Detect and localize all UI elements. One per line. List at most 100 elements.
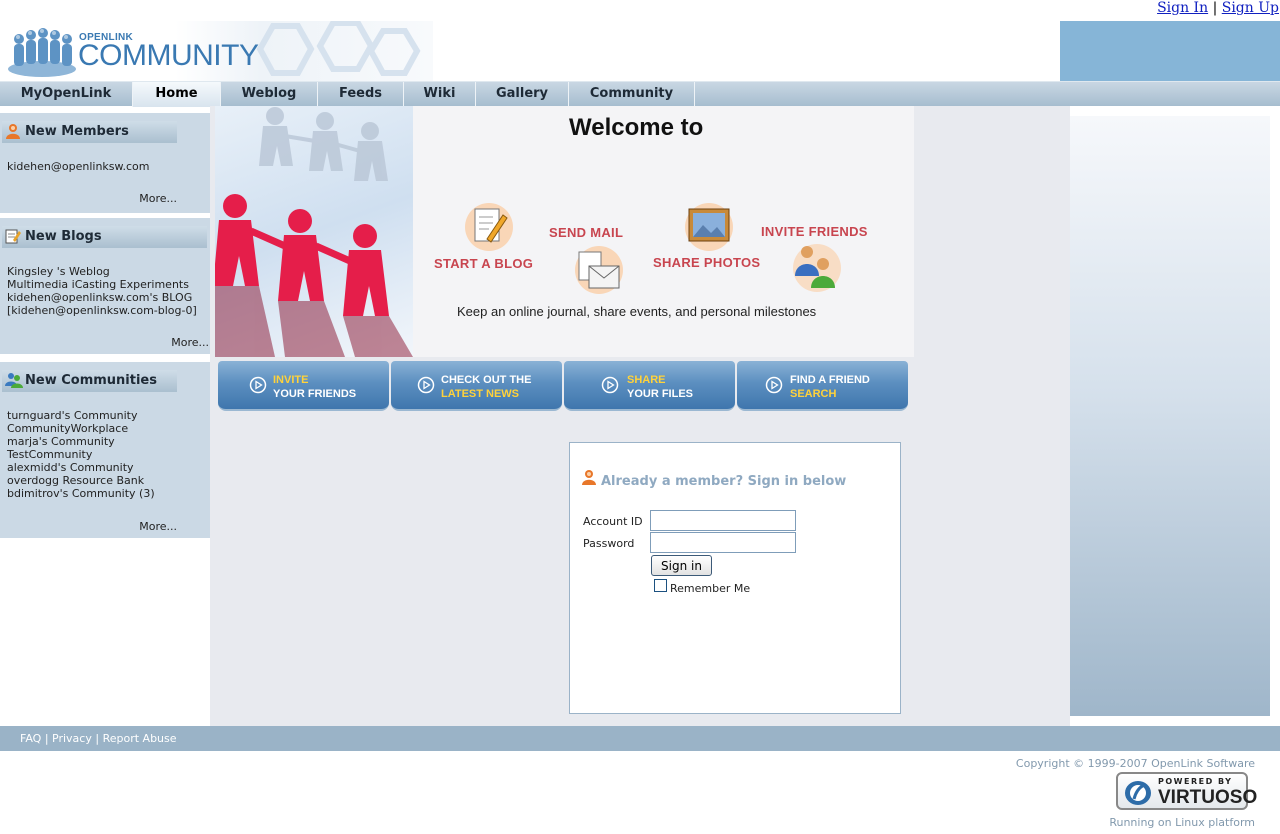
play-icon xyxy=(249,376,267,394)
new-communities-box: New Communities turnguard's Community Co… xyxy=(0,359,210,538)
auth-links: Sign In | Sign Up xyxy=(1157,0,1279,16)
new-blogs-box: New Blogs Kingsley 's Weblog Multimedia … xyxy=(0,215,210,354)
footer-bar: FAQ | Privacy | Report Abuse xyxy=(0,726,1280,751)
tab-gallery[interactable]: Gallery xyxy=(476,82,569,107)
password-input[interactable] xyxy=(650,532,796,553)
new-members-more-link[interactable]: More... xyxy=(139,192,177,205)
new-blogs-more-link[interactable]: More... xyxy=(171,336,209,349)
list-item[interactable]: marja's Community xyxy=(7,435,155,448)
send-mail-label[interactable]: SEND MAIL xyxy=(549,225,623,240)
login-panel: Already a member? Sign in below Account … xyxy=(569,442,901,714)
list-item[interactable]: bdimitrov's Community (3) xyxy=(7,487,155,500)
action-buttons: INVITE YOUR FRIENDS CHECK OUT THE LATEST… xyxy=(218,361,910,413)
list-item[interactable]: turnguard's Community xyxy=(7,409,155,422)
list-item[interactable]: Kingsley 's Weblog xyxy=(7,265,197,278)
paper-chain-photo xyxy=(215,106,413,357)
list-item[interactable]: alexmidd's Community xyxy=(7,461,155,474)
find-line2: SEARCH xyxy=(790,388,837,400)
footer-separator: | xyxy=(95,732,100,745)
auth-separator: | xyxy=(1212,0,1218,16)
footer-links: FAQ | Privacy | Report Abuse xyxy=(20,732,177,745)
new-members-label: New Members xyxy=(25,124,129,139)
list-item[interactable]: kidehen@openlinksw.com's BLOG xyxy=(7,291,197,304)
tab-myopenlink[interactable]: MyOpenLink xyxy=(0,82,133,107)
invite-line2: YOUR FRIENDS xyxy=(273,388,357,400)
list-item[interactable]: CommunityWorkplace xyxy=(7,422,155,435)
report-abuse-link[interactable]: Report Abuse xyxy=(103,732,177,745)
share-photos-icon[interactable] xyxy=(683,201,735,253)
find-friend-button[interactable]: FIND A FRIEND SEARCH xyxy=(737,361,908,411)
welcome-heading: Welcome to xyxy=(569,114,704,141)
privacy-link[interactable]: Privacy xyxy=(52,732,92,745)
play-icon xyxy=(765,376,783,394)
new-communities-more-link[interactable]: More... xyxy=(139,520,177,533)
tagline: Keep an online journal, share events, an… xyxy=(457,304,817,319)
virtuoso-logo-icon xyxy=(1125,781,1151,805)
right-ad-panel xyxy=(1070,116,1270,716)
new-communities-title: New Communities xyxy=(2,370,177,392)
news-line1: CHECK OUT THE xyxy=(441,374,532,386)
invite-friends-icon[interactable] xyxy=(791,242,843,294)
header-banner xyxy=(1060,21,1280,81)
blog-pencil-icon xyxy=(5,229,21,244)
invite-friends-label[interactable]: INVITE FRIENDS xyxy=(761,224,868,239)
find-line1: FIND A FRIEND xyxy=(790,374,870,386)
sign-up-link[interactable]: Sign Up xyxy=(1222,0,1279,16)
list-item[interactable]: overdogg Resource Bank xyxy=(7,474,155,487)
header: OPENLINK COMMUNITY xyxy=(0,21,1280,81)
start-blog-label[interactable]: START A BLOG xyxy=(434,256,533,271)
welcome-banner: Welcome to START A BLOG SEND MAIL SHARE … xyxy=(215,106,914,357)
account-id-label: Account ID xyxy=(583,515,643,528)
login-title: Already a member? Sign in below xyxy=(601,474,847,489)
start-blog-icon[interactable] xyxy=(463,201,515,253)
faq-link[interactable]: FAQ xyxy=(20,732,41,745)
hexagon-decoration xyxy=(256,21,421,76)
footer-separator: | xyxy=(44,732,49,745)
virtuoso-text: VIRTUOSO xyxy=(1158,787,1258,808)
share-files-button[interactable]: SHARE YOUR FILES xyxy=(564,361,735,411)
logo-big-text: COMMUNITY xyxy=(78,39,259,72)
tab-wiki[interactable]: Wiki xyxy=(404,82,476,107)
new-blogs-list: Kingsley 's Weblog Multimedia iCasting E… xyxy=(7,265,197,317)
member-icon xyxy=(6,124,20,139)
news-line2: LATEST NEWS xyxy=(441,388,520,400)
account-id-input[interactable] xyxy=(650,510,796,531)
community-people-icon xyxy=(8,28,76,77)
powered-by-virtuoso-badge[interactable]: POWERED BY VIRTUOSO xyxy=(1116,772,1257,810)
new-communities-label: New Communities xyxy=(25,373,157,388)
send-mail-icon[interactable] xyxy=(573,244,625,296)
community-icon xyxy=(5,373,23,388)
sign-in-link[interactable]: Sign In xyxy=(1157,0,1208,16)
powered-by-text: POWERED BY xyxy=(1158,777,1233,786)
new-blogs-title: New Blogs xyxy=(2,226,207,248)
sign-in-button[interactable]: Sign in xyxy=(651,555,712,576)
list-item[interactable]: [kidehen@openlinksw.com-blog-0] xyxy=(7,304,197,317)
tab-community[interactable]: Community xyxy=(569,82,695,107)
paper-chain-people-image xyxy=(215,107,413,357)
platform-text: Running on Linux platform xyxy=(1109,816,1255,829)
new-blogs-label: New Blogs xyxy=(25,229,102,244)
new-communities-list: turnguard's Community CommunityWorkplace… xyxy=(7,409,155,500)
files-line1: SHARE xyxy=(627,374,666,386)
play-icon xyxy=(601,376,619,394)
tab-weblog[interactable]: Weblog xyxy=(221,82,318,107)
copyright-text: Copyright © 1999-2007 OpenLink Software xyxy=(1015,757,1255,770)
list-item[interactable]: kidehen@openlinksw.com xyxy=(7,160,150,173)
tab-feeds[interactable]: Feeds xyxy=(318,82,404,107)
invite-line1: INVITE xyxy=(273,374,309,386)
logo[interactable]: OPENLINK COMMUNITY xyxy=(3,21,433,81)
main-nav: MyOpenLink Home Weblog Feeds Wiki Galler… xyxy=(0,81,1280,107)
password-label: Password xyxy=(583,537,635,550)
new-members-list: kidehen@openlinksw.com xyxy=(7,160,150,173)
list-item[interactable]: Multimedia iCasting Experiments xyxy=(7,278,197,291)
new-members-title: New Members xyxy=(2,121,177,143)
share-photos-label[interactable]: SHARE PHOTOS xyxy=(653,255,760,270)
remember-me-checkbox[interactable] xyxy=(654,579,667,592)
files-line2: YOUR FILES xyxy=(627,388,694,400)
tab-home[interactable]: Home xyxy=(133,82,221,107)
latest-news-button[interactable]: CHECK OUT THE LATEST NEWS xyxy=(391,361,562,411)
remember-me-label[interactable]: Remember Me xyxy=(670,582,750,595)
invite-friends-button[interactable]: INVITE YOUR FRIENDS xyxy=(218,361,389,411)
play-icon xyxy=(417,376,435,394)
list-item[interactable]: TestCommunity xyxy=(7,448,155,461)
